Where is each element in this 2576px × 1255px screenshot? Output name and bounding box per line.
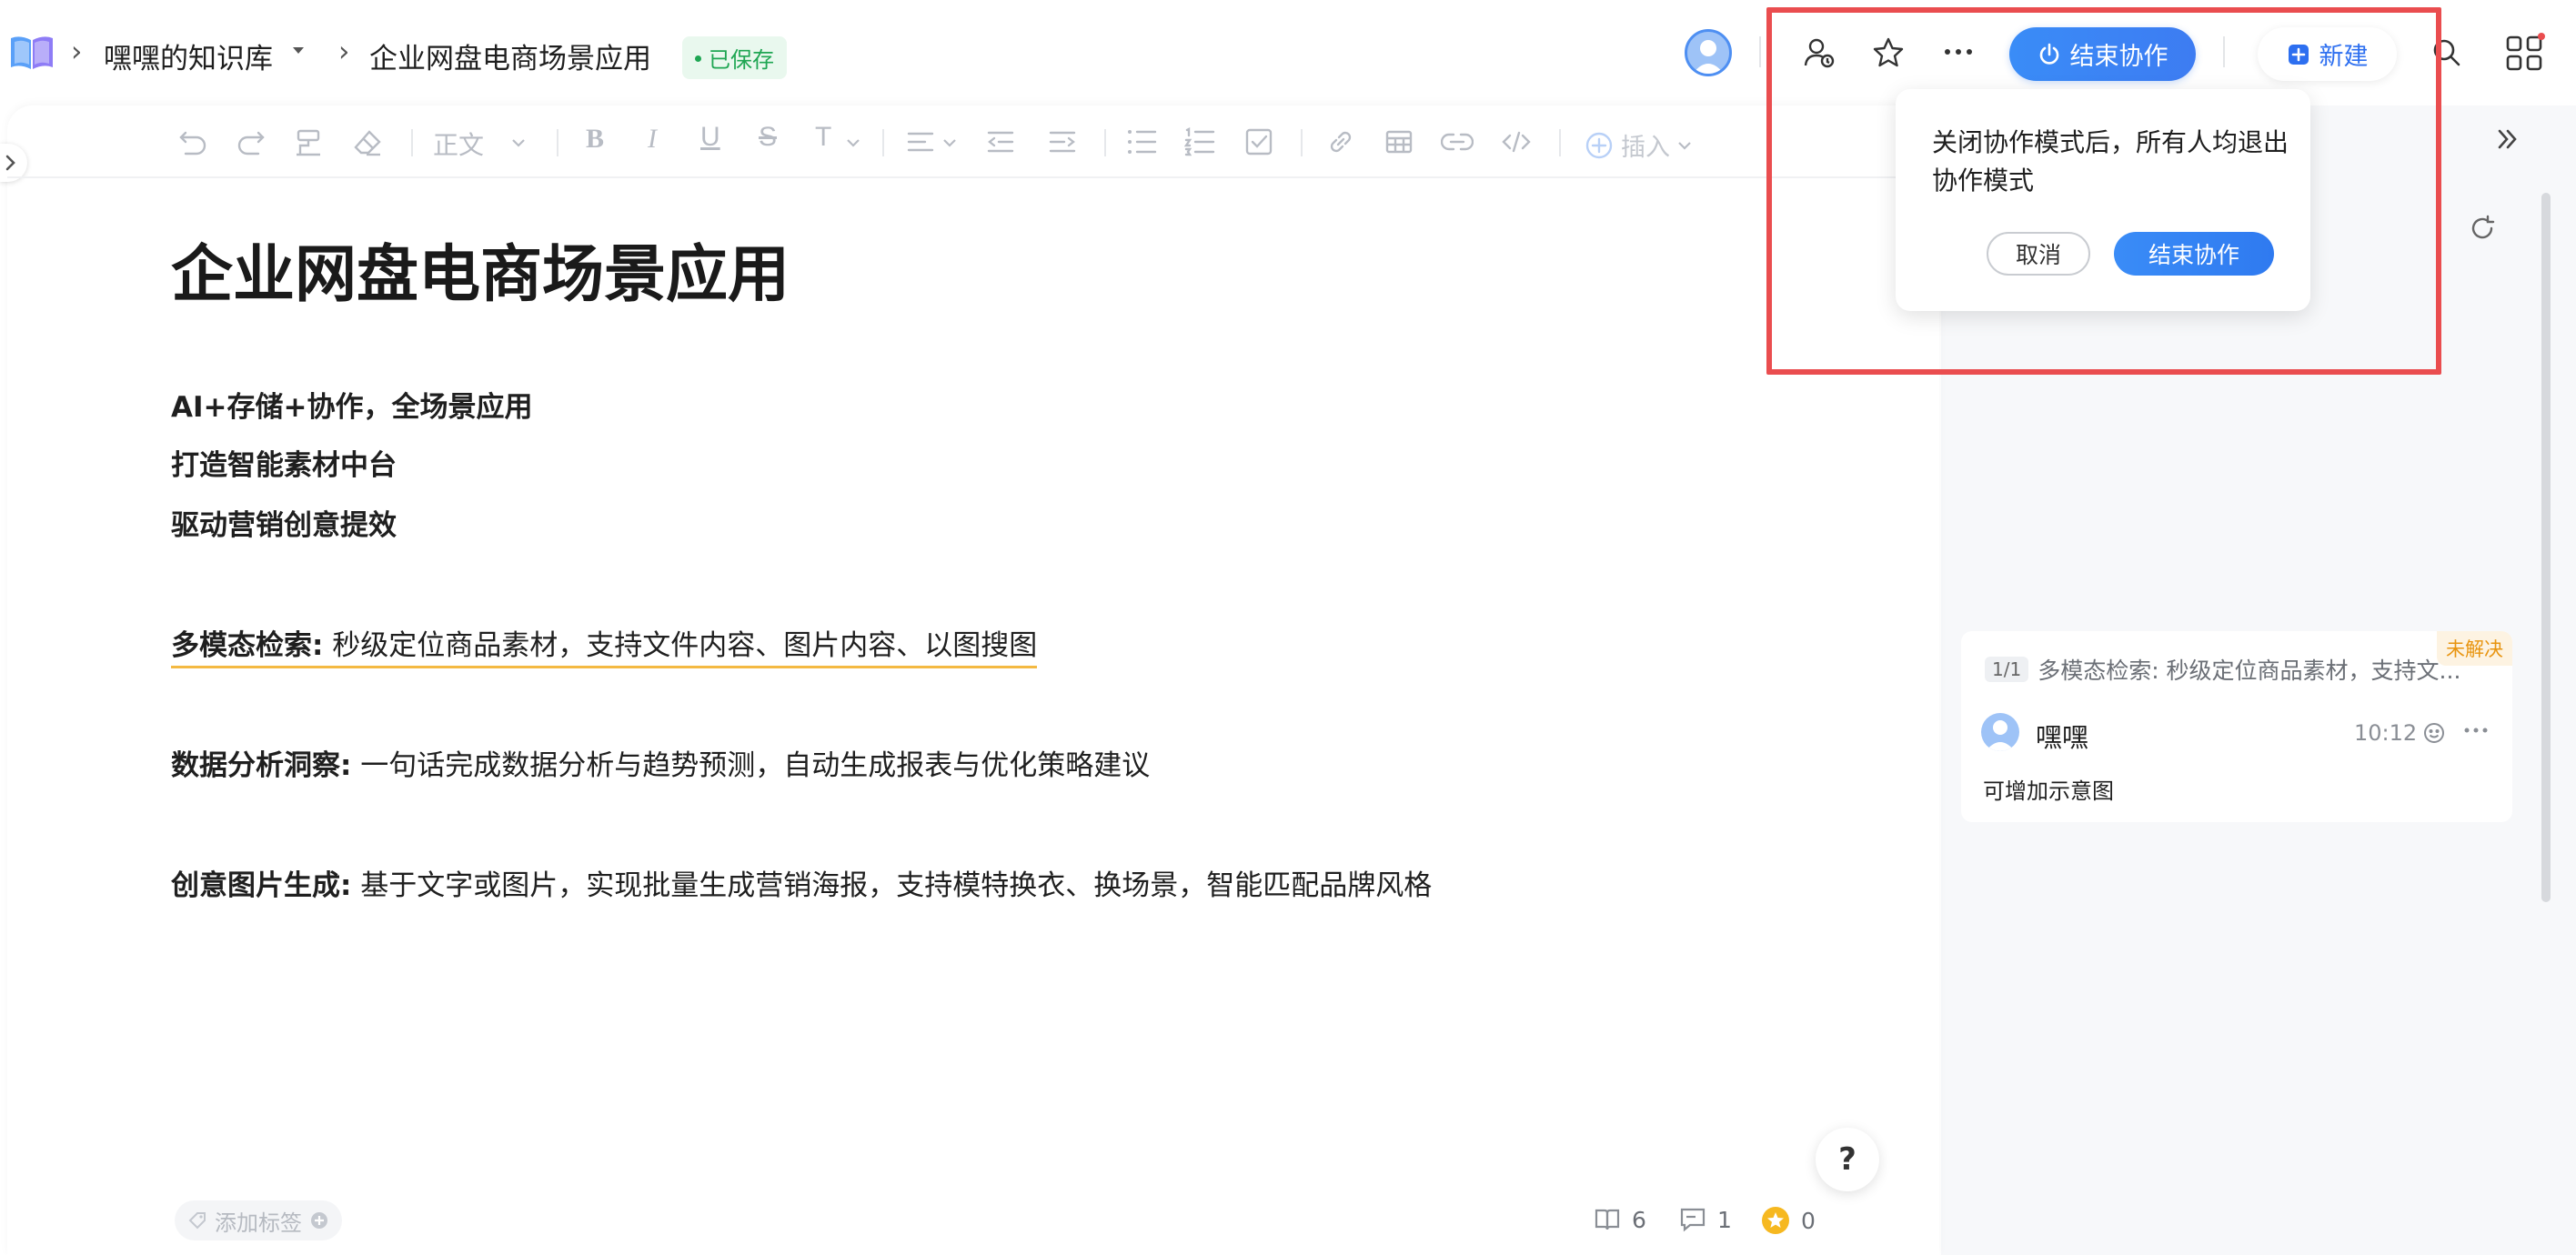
quoted-text: 多模态检索: 秒级定位商品素材，支持文... (2038, 658, 2461, 684)
bullet-list-icon[interactable] (1126, 127, 1157, 156)
add-tag-label: 添加标签 (215, 1210, 302, 1236)
toolbar-divider (882, 129, 884, 156)
comment-text: 可增加示意图 (1983, 778, 2114, 804)
feature-title: 多模态检索: (171, 629, 324, 662)
embed-link-icon[interactable] (1441, 127, 1474, 156)
indent-icon[interactable] (1048, 129, 1077, 155)
caret-down-icon[interactable] (291, 45, 306, 56)
feature-title: 数据分析洞察: (171, 749, 352, 782)
saved-status-badge: 已保存 (682, 36, 787, 79)
toolbar-divider (1104, 129, 1106, 156)
feature-description: 基于文字或图片，实现批量生成营销海报，支持模特换衣、换场景，智能匹配品牌风格 (351, 869, 1433, 902)
toolbar-divider (411, 129, 413, 156)
toolbar-divider (1559, 129, 1561, 156)
add-tag-button[interactable]: 添加标签 (175, 1200, 342, 1240)
commented-text[interactable]: 多模态检索: 秒级定位商品素材，支持文件内容、图片内容、以图搜图 (171, 629, 1038, 668)
comment-quote[interactable]: 1/1 多模态检索: 秒级定位商品素材，支持文... (1985, 653, 2460, 686)
code-icon[interactable] (1501, 127, 1532, 156)
comment-card[interactable]: 未解决 1/1 多模态检索: 秒级定位商品素材，支持文... 嘿嘿 10:12 … (1961, 631, 2512, 822)
italic-icon[interactable]: I (648, 124, 657, 155)
intro-line[interactable]: AI+存储+协作，全场景应用 (171, 384, 532, 425)
insert-menu[interactable]: 插入 (1585, 127, 1692, 163)
plus-circle-icon (1585, 132, 1613, 158)
help-button[interactable]: ? (1816, 1128, 1879, 1191)
feature-creative-image[interactable]: 创意图片生成: 基于文字或图片，实现批量生成营销海报，支持模特换衣、换场景，智能… (171, 862, 1432, 903)
feature-data-analysis[interactable]: 数据分析洞察: 一句话完成数据分析与趋势预测，自动生成报表与优化策略建议 (171, 742, 1150, 783)
refresh-icon[interactable] (2469, 215, 2496, 242)
comments-count: 1 (1717, 1206, 1732, 1233)
comment-author: 嘿嘿 (2036, 722, 2089, 753)
feature-description: 一句话完成数据分析与趋势预测，自动生成报表与优化策略建议 (351, 749, 1151, 782)
annotation-highlight-box (1766, 7, 2441, 375)
apps-grid-icon[interactable] (2505, 33, 2545, 73)
comment-icon (1680, 1208, 1706, 1232)
eraser-icon[interactable] (353, 129, 382, 156)
chevron-down-icon[interactable] (511, 138, 526, 147)
collapse-panel-icon[interactable] (2494, 126, 2521, 153)
header-divider (1759, 36, 1761, 67)
status-dot (695, 55, 701, 62)
insert-label: 插入 (1621, 134, 1670, 162)
book-logo-icon[interactable] (7, 33, 56, 73)
breadcrumb-separator-icon: › (338, 35, 350, 68)
comment-time: 10:12 (2354, 720, 2418, 746)
collaborator-avatar[interactable] (1685, 29, 1732, 76)
format-painter-icon[interactable] (295, 127, 322, 156)
emoji-reaction-icon[interactable] (2423, 722, 2445, 744)
breadcrumb-document[interactable]: 企业网盘电商场景应用 (369, 35, 651, 76)
link-icon[interactable] (1326, 127, 1355, 156)
coin-star-icon (1762, 1207, 1789, 1234)
toolbar-divider-line (7, 176, 1939, 178)
likes-count: 0 (1801, 1207, 1816, 1234)
redo-icon[interactable] (236, 129, 266, 156)
feature-description: 秒级定位商品素材，支持文件内容、图片内容、以图搜图 (323, 629, 1038, 662)
panel-scrollbar[interactable] (2541, 193, 2551, 902)
outdent-icon[interactable] (986, 129, 1015, 155)
feature-multimodal-search[interactable]: 多模态检索: 秒级定位商品素材，支持文件内容、图片内容、以图搜图 (171, 622, 1038, 668)
strikethrough-icon[interactable]: S (759, 122, 777, 153)
chevron-down-icon (1678, 141, 1691, 150)
views-stat: 6 (1594, 1206, 1646, 1233)
chevron-down-icon[interactable] (846, 138, 860, 147)
feature-title: 创意图片生成: (171, 869, 352, 902)
chevron-down-icon[interactable] (942, 138, 957, 147)
bold-icon[interactable]: B (586, 124, 604, 155)
intro-line[interactable]: 驱动营销创意提效 (171, 502, 397, 543)
intro-line[interactable]: 打造智能素材中台 (171, 442, 397, 483)
underline-icon[interactable]: U (700, 122, 720, 153)
table-icon[interactable] (1384, 127, 1414, 156)
comment-counter: 1/1 (1985, 657, 2029, 682)
document-title[interactable]: 企业网盘电商场景应用 (171, 224, 790, 314)
toolbar-divider (1301, 129, 1303, 156)
book-icon (1595, 1209, 1620, 1230)
comments-stat[interactable]: 1 (1679, 1206, 1732, 1233)
add-circle-icon (311, 1212, 327, 1229)
comment-author-avatar (1981, 713, 2019, 751)
breadcrumb-knowledge-base[interactable]: 嘿嘿的知识库 (104, 35, 273, 76)
breadcrumb-separator-icon: › (71, 35, 83, 68)
numbered-list-icon[interactable] (1184, 127, 1215, 156)
saved-status-text: 已保存 (709, 47, 774, 73)
undo-icon[interactable] (178, 129, 207, 156)
paragraph-style-dropdown[interactable]: 正文 (433, 126, 484, 162)
text-color-icon[interactable]: T (815, 122, 831, 153)
toolbar-divider (557, 129, 558, 156)
comment-more-icon[interactable] (2463, 726, 2489, 735)
tag-icon (188, 1212, 206, 1230)
align-icon[interactable] (906, 129, 935, 155)
views-count: 6 (1632, 1206, 1646, 1233)
likes-stat[interactable]: 0 (1761, 1206, 1816, 1235)
checklist-icon[interactable] (1244, 127, 1273, 156)
